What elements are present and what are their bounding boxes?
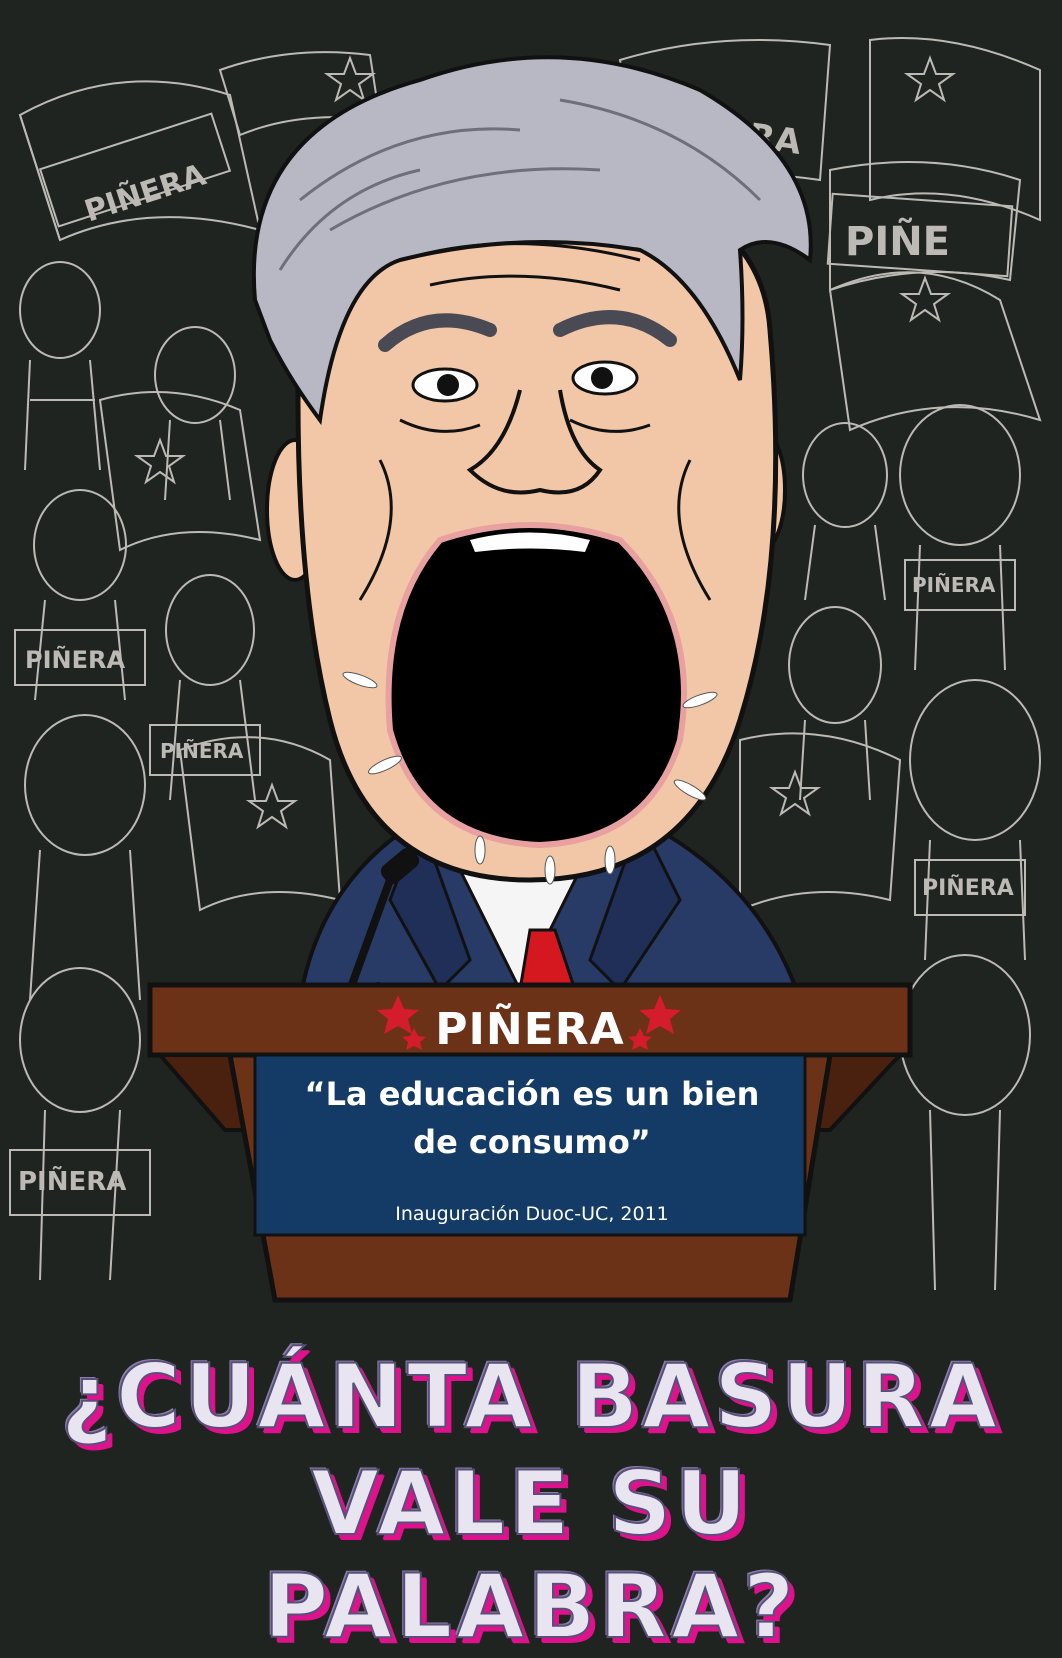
headline-line-1: ¿CUÁNTA BASURA — [60, 1344, 1001, 1449]
headline-line-2: VALE SU PALABRA? — [263, 1451, 799, 1658]
mouth — [385, 522, 687, 849]
quote: “La educación es un bien de consumo” — [262, 1070, 802, 1166]
quote-source: Inauguración Duoc-UC, 2011 — [395, 1203, 669, 1225]
svg-text:PIÑERA: PIÑERA — [25, 645, 125, 674]
svg-text:PIÑERA: PIÑERA — [912, 573, 996, 597]
quote-line-2: de consumo” — [413, 1123, 651, 1161]
poster-illustration: PIÑERA PIÑE PIÑERA PIÑERA PIÑERA PIÑERA … — [0, 0, 1062, 1581]
svg-text:PIÑE: PIÑE — [845, 217, 950, 265]
podium-name: PIÑERA — [435, 1004, 625, 1055]
svg-text:PIÑERA: PIÑERA — [18, 1165, 126, 1197]
quote-line-1: “La educación es un bien — [304, 1075, 760, 1113]
svg-text:PIÑERA: PIÑERA — [160, 739, 244, 763]
svg-text:PIÑERA: PIÑERA — [922, 875, 1014, 901]
